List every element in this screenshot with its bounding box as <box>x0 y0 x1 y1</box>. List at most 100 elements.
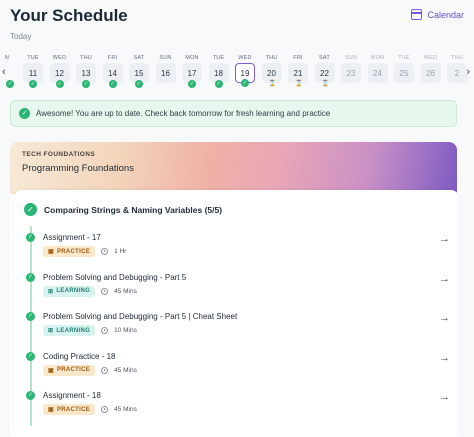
day-label: SUN <box>344 55 358 61</box>
day-number: 24 <box>367 63 388 83</box>
module-title: Comparing Strings & Naming Variables (5/… <box>44 204 223 215</box>
task-row[interactable]: ✓ Assignment - 18 ▣ PRACTICE 45 Mins → <box>24 390 454 426</box>
calendar-link[interactable]: Calendar <box>411 9 464 20</box>
check-circle-icon: ✓ <box>24 203 37 216</box>
day-number: 12 ✓ <box>49 63 70 88</box>
day-cell[interactable]: FRI 21 ⌛ <box>287 54 309 87</box>
day-cell[interactable]: SUN 16 <box>155 54 177 83</box>
task-duration: 45 Mins <box>114 366 137 374</box>
day-cell[interactable]: MON 24 <box>367 54 389 83</box>
day-cell[interactable]: SAT 22 ⌛ <box>314 54 336 87</box>
clipboard-icon: ▣ <box>48 367 54 374</box>
task-duration: 45 Mins <box>114 287 137 295</box>
day-label: WED <box>52 55 67 61</box>
check-icon: ✓ <box>29 80 37 88</box>
badge-label: PRACTICE <box>56 367 91 373</box>
day-label: SAT <box>319 55 330 61</box>
task-type-badge: ▣ PRACTICE <box>43 404 96 415</box>
day-cell[interactable]: WED 19 ✓ <box>234 54 256 87</box>
day-cell[interactable]: WED 12 ✓ <box>49 54 71 88</box>
day-cell[interactable]: TUE 25 <box>393 54 415 83</box>
day-label: MON <box>185 55 199 61</box>
day-number: 26 <box>420 63 441 83</box>
header: Your Schedule Calendar <box>10 6 464 28</box>
arrow-right-icon[interactable]: → <box>439 312 450 324</box>
alert-text: Awesome! You are up to date. Check back … <box>36 109 331 118</box>
arrow-right-icon[interactable]: → <box>439 352 450 364</box>
clock-icon <box>101 327 109 334</box>
badge-label: LEARNING <box>56 288 91 294</box>
clipboard-icon: ▣ <box>48 407 54 413</box>
day-number: 2 <box>447 63 467 83</box>
task-title: Coding Practice - 18 <box>43 351 116 361</box>
day-number: 13 ✓ <box>76 63 96 88</box>
course-banner: TECH FOUNDATIONS Programming Foundations <box>10 142 457 194</box>
day-cell[interactable]: SUN 23 <box>340 54 362 83</box>
day-number: 11 ✓ <box>23 63 43 88</box>
clock-icon <box>101 248 109 255</box>
day-number: 23 <box>341 63 361 83</box>
task-row[interactable]: ✓ Problem Solving and Debugging - Part 5 … <box>24 311 454 347</box>
course-title: Programming Foundations <box>22 163 134 174</box>
task-duration: 45 Mins <box>114 406 137 413</box>
day-cell[interactable]: TUE 11 ✓ <box>22 54 44 88</box>
day-number: 25 <box>394 63 414 83</box>
course-card: TECH FOUNDATIONS Programming Foundations… <box>10 142 457 437</box>
task-type-badge: ▣ PRACTICE <box>43 246 96 257</box>
module-header[interactable]: ✓ Comparing Strings & Naming Variables (… <box>24 203 222 216</box>
hourglass-icon: ⌛ <box>268 81 276 87</box>
day-cell[interactable]: THU 2 <box>446 54 468 83</box>
task-meta: ▣ PRACTICE 45 Mins <box>43 364 137 376</box>
day-cell[interactable]: THU 13 ✓ <box>75 54 97 88</box>
day-number: 18 ✓ <box>208 63 229 88</box>
arrow-right-icon[interactable]: → <box>439 391 450 403</box>
task-title: Problem Solving and Debugging - Part 5 |… <box>43 312 238 321</box>
day-label: MON <box>370 55 385 61</box>
day-number: 16 <box>155 63 176 83</box>
day-label: THU <box>451 55 463 61</box>
check-circle-icon: ✓ <box>26 312 35 321</box>
day-cell[interactable]: SAT 15 ✓ <box>128 54 150 88</box>
hourglass-icon: ⌛ <box>321 81 329 87</box>
task-row[interactable]: ✓ Assignment - 17 ▣ PRACTICE 1 Hr → <box>24 232 454 268</box>
page-title: Your Schedule <box>10 6 128 25</box>
day-number: 22 ⌛ <box>314 63 335 87</box>
day-label: SUN <box>159 55 172 61</box>
check-icon: ✓ <box>6 80 14 88</box>
check-circle-icon: ✓ <box>19 108 30 119</box>
day-cell[interactable]: FRI 14 ✓ <box>102 54 124 88</box>
task-row[interactable]: ✓ Coding Practice - 18 ▣ PRACTICE 45 Mins → <box>24 351 454 387</box>
day-label: WED <box>238 55 252 61</box>
task-meta: ⊞ LEARNING 10 Mins <box>43 325 137 336</box>
week-strip: ‹ › N ✓ TUE 11 ✓ WED 12 ✓ THU 13 ✓ FRI 14 ✓ SAT 15 ✓ SUN 1… <box>0 54 474 88</box>
task-meta: ▣ PRACTICE 45 Mins <box>43 404 137 415</box>
day-label: FRI <box>293 55 303 61</box>
check-icon: ✓ <box>135 80 143 88</box>
check-icon: ✓ <box>82 80 90 88</box>
day-cell[interactable]: TUE 18 ✓ <box>208 54 230 88</box>
task-meta: ▣ PRACTICE 1 Hr <box>43 246 126 257</box>
day-number: 17 ✓ <box>182 63 202 88</box>
day-label: THU <box>265 55 278 61</box>
book-icon: ⊞ <box>48 328 54 334</box>
day-cell[interactable]: WED 26 <box>420 54 442 83</box>
clock-icon <box>101 406 109 413</box>
day-cell[interactable]: MON 17 ✓ <box>181 54 203 88</box>
task-row[interactable]: ✓ Problem Solving and Debugging - Part 5 ⊞… <box>24 272 454 308</box>
day-number: 20 ⌛ <box>261 63 282 87</box>
day-label: WED <box>423 55 438 61</box>
day-cell[interactable]: THU 20 ⌛ <box>261 54 283 87</box>
track-label: TECH FOUNDATIONS <box>22 151 96 158</box>
day-label: TUE <box>212 55 225 61</box>
up-to-date-alert: ✓ Awesome! You are up to date. Check bac… <box>10 100 457 127</box>
arrow-right-icon[interactable]: → <box>439 233 450 245</box>
task-type-badge: ⊞ LEARNING <box>43 285 96 297</box>
day-number: 19 ✓ <box>235 63 255 87</box>
task-type-badge: ⊞ LEARNING <box>43 325 96 336</box>
task-title: Assignment - 17 <box>43 233 101 242</box>
check-icon: ✓ <box>108 80 117 88</box>
clock-icon <box>101 287 109 295</box>
day-cell[interactable]: N ✓ <box>0 54 18 88</box>
arrow-right-icon[interactable]: → <box>439 273 450 285</box>
task-title: Problem Solving and Debugging - Part 5 <box>43 272 187 282</box>
